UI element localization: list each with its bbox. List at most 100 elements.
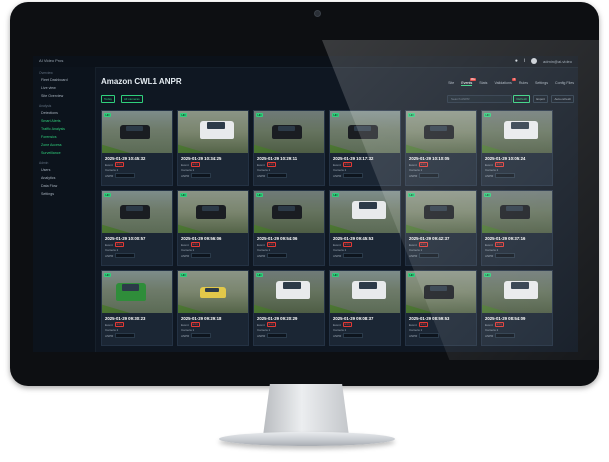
anpr-plate-field[interactable]: [115, 253, 136, 258]
monitor-base: [219, 432, 395, 446]
event-info: 2025-01-29 10:45:32 Event Entry Camera 1 ANP…: [105, 156, 169, 178]
anpr-plate-field[interactable]: [115, 173, 136, 178]
event-card[interactable]: HD 2025-01-29 09:08:37 Event Entry Camera 1A…: [329, 270, 401, 346]
event-info: 2025-01-29 09:08:37 Event Entry Camera 1 ANP…: [333, 316, 397, 338]
sidebar-item-settings[interactable]: Settings: [33, 190, 95, 198]
avatar[interactable]: [531, 58, 538, 64]
event-snapshot[interactable]: HD: [482, 191, 552, 233]
tab-config-files[interactable]: Config Files: [555, 81, 574, 86]
sidebar-item-zone-access[interactable]: Zone Access: [33, 141, 95, 149]
event-snapshot[interactable]: HD: [178, 111, 248, 153]
vehicle: [272, 205, 302, 219]
sidebar-item-analytics[interactable]: Analytics: [33, 174, 95, 182]
event-snapshot[interactable]: HD: [330, 191, 400, 233]
event-snapshot[interactable]: HD: [330, 111, 400, 153]
event-snapshot[interactable]: HD: [330, 271, 400, 313]
event-snapshot[interactable]: HD: [254, 191, 324, 233]
event-card[interactable]: HD 2025-01-29 09:30:23 Event Entry Camera 1A…: [101, 270, 173, 346]
event-card[interactable]: HD 2025-01-29 08:54:09 Event Entry Camera 1A…: [481, 270, 553, 346]
event-card[interactable]: HD 2025-01-29 10:34:25 Event Entry Camera 1A…: [177, 110, 249, 186]
sidebar-item-live-view[interactable]: Live view: [33, 84, 95, 92]
event-card[interactable]: HD 2025-01-29 09:20:29 Event Entry Camera 1A…: [253, 270, 325, 346]
anpr-plate-field[interactable]: [419, 173, 440, 178]
event-info: 2025-01-29 08:59:53 Event Entry Camera 1 ANP…: [409, 316, 473, 338]
sidebar-item-site-overview[interactable]: Site Overview: [33, 92, 95, 100]
tab-site[interactable]: Site: [448, 81, 454, 86]
vehicle-window: [430, 126, 447, 131]
sidebar-item-fleet-dashboard[interactable]: Fleet Dashboard: [33, 76, 95, 84]
anpr-label: ANPR: [181, 173, 190, 178]
sidebar-item-smart-alerts[interactable]: Smart Alerts: [33, 117, 95, 125]
event-card[interactable]: HD 2025-01-29 10:10:05 Event Entry Camera 1A…: [405, 110, 477, 186]
event-card[interactable]: HD 2025-01-29 08:59:53 Event Entry Camera 1A…: [405, 270, 477, 346]
anpr-plate-field[interactable]: [343, 333, 364, 338]
anpr-plate-field[interactable]: [343, 253, 364, 258]
event-snapshot[interactable]: HD: [178, 191, 248, 233]
anpr-plate-field[interactable]: [191, 333, 212, 338]
vehicle-window: [510, 122, 530, 129]
grass-verge: [254, 144, 282, 153]
anpr-plate-field[interactable]: [495, 333, 516, 338]
event-type-badge: Entry: [114, 322, 125, 327]
anpr-plate-field[interactable]: [191, 253, 212, 258]
refresh-button[interactable]: Refresh: [513, 95, 530, 103]
anpr-plate-field[interactable]: [495, 173, 516, 178]
anpr-plate-field[interactable]: [267, 333, 288, 338]
event-snapshot[interactable]: HD: [254, 271, 324, 313]
anpr-plate-field[interactable]: [115, 333, 136, 338]
sidebar-item-users[interactable]: Users: [33, 166, 95, 174]
grass-verge: [178, 224, 206, 233]
tab-validations[interactable]: Validations 3: [494, 78, 516, 86]
user-name[interactable]: admin@ai-video: [543, 59, 572, 64]
event-card[interactable]: HD 2025-01-29 09:45:53 Event Entry Camera 1A…: [329, 190, 401, 266]
event-snapshot[interactable]: HD: [102, 191, 172, 233]
search-input[interactable]: Search ANPR: [447, 95, 512, 103]
event-snapshot[interactable]: HD: [102, 111, 172, 153]
tab-events[interactable]: Events 99+: [461, 78, 477, 86]
event-card[interactable]: HD 2025-01-29 10:00:57 Event Entry Camera 1A…: [101, 190, 173, 266]
event-snapshot[interactable]: HD: [178, 271, 248, 313]
anpr-plate-field[interactable]: [343, 173, 364, 178]
tab-rules[interactable]: Rules: [519, 81, 528, 86]
event-card[interactable]: HD 2025-01-29 09:54:06 Event Entry Camera 1A…: [253, 190, 325, 266]
vehicle: [120, 205, 150, 219]
event-snapshot[interactable]: HD: [482, 111, 552, 153]
anpr-plate-field[interactable]: [419, 253, 440, 258]
anpr-plate-field[interactable]: [267, 253, 288, 258]
event-snapshot[interactable]: HD: [406, 111, 476, 153]
auto-refresh-button[interactable]: Auto-refresh: [551, 95, 574, 103]
sidebar-item-detections[interactable]: Detections: [33, 109, 95, 117]
event-card[interactable]: HD 2025-01-29 09:42:37 Event Entry Camera 1A…: [405, 190, 477, 266]
anpr-plate-field[interactable]: [267, 173, 288, 178]
export-button[interactable]: Export: [533, 95, 548, 103]
event-snapshot[interactable]: HD: [406, 191, 476, 233]
sidebar-item-forensics[interactable]: Forensics: [33, 133, 95, 141]
event-card[interactable]: HD 2025-01-29 10:05:24 Event Entry Camera 1A…: [481, 110, 553, 186]
event-card[interactable]: HD 2025-01-29 09:37:16 Event Entry Camera 1A…: [481, 190, 553, 266]
event-card[interactable]: HD 2025-01-29 10:29:11 Event Entry Camera 1A…: [253, 110, 325, 186]
sidebar-item-surveillance[interactable]: Surveillance: [33, 149, 95, 157]
anpr-plate-field[interactable]: [495, 253, 516, 258]
filter-chip-date[interactable]: Today: [101, 95, 116, 103]
notifications-icon[interactable]: ●: [515, 58, 518, 64]
event-snapshot[interactable]: HD: [102, 271, 172, 313]
hd-tag: HD: [408, 113, 416, 117]
tab-settings[interactable]: Settings: [535, 81, 548, 86]
event-snapshot[interactable]: HD: [482, 271, 552, 313]
event-snapshot[interactable]: HD: [254, 111, 324, 153]
event-card[interactable]: HD 2025-01-29 10:45:32 Event Entry Camera 1A…: [101, 110, 173, 186]
anpr-plate-field[interactable]: [191, 173, 212, 178]
tab-stats[interactable]: Stats: [479, 81, 487, 86]
sidebar-item-data-flow[interactable]: Data Flow: [33, 182, 95, 190]
vehicle: [348, 125, 378, 139]
event-card[interactable]: HD 2025-01-29 10:17:32 Event Entry Camera 1A…: [329, 110, 401, 186]
info-icon[interactable]: i: [524, 58, 525, 64]
filter-chip-cameras[interactable]: All cameras: [121, 95, 143, 103]
camera-label: Camera 1: [333, 168, 347, 172]
event-snapshot[interactable]: HD: [406, 271, 476, 313]
anpr-plate-field[interactable]: [419, 333, 440, 338]
sidebar-item-traffic-analysis[interactable]: Traffic Analysis: [33, 125, 95, 133]
anpr-label: ANPR: [485, 173, 494, 178]
event-card[interactable]: HD 2025-01-29 09:56:06 Event Entry Camera 1A…: [177, 190, 249, 266]
event-card[interactable]: HD 2025-01-29 09:29:18 Event Entry Camera 1A…: [177, 270, 249, 346]
